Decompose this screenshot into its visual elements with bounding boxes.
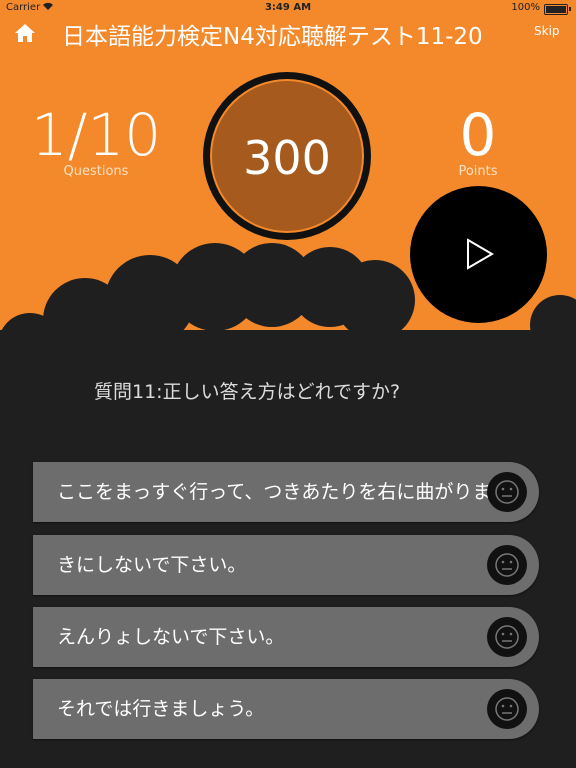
question-text: 質問11:正しい答え方はどれですか? [94, 381, 401, 403]
points-label: Points [458, 164, 498, 179]
battery-percent: 100% [511, 2, 540, 13]
neutral-face-icon [487, 617, 527, 657]
page-title: 日本語能力検定N4対応聴解テスト11-20 [62, 24, 483, 50]
answer-option-3[interactable]: えんりょしないで下さい。 [33, 607, 539, 667]
battery-tip [569, 7, 571, 11]
status-time: 3:49 AM [264, 2, 312, 13]
neutral-face-icon [487, 545, 527, 585]
neutral-face-icon [487, 689, 527, 729]
answer-option-4[interactable]: それでは行きましょう。 [33, 679, 539, 739]
answer-text: ここをまっすぐ行って、つきあたりを右に曲がります。 [57, 480, 528, 503]
questions-count: 1/10 [30, 101, 162, 169]
status-bar: Carrier 3:49 AM 100% [0, 0, 576, 16]
answer-text: えんりょしないで下さい。 [57, 625, 285, 648]
answer-option-2[interactable]: きにしないで下さい。 [33, 535, 539, 595]
answer-option-1[interactable]: ここをまっすぐ行って、つきあたりを右に曲がります。 [33, 462, 539, 522]
play-button[interactable] [410, 186, 547, 323]
points-count: 0 [459, 101, 497, 169]
timer-value: 300 [243, 131, 331, 185]
play-icon [467, 238, 494, 270]
home-icon[interactable] [14, 22, 36, 44]
answer-text: きにしないで下さい。 [57, 553, 247, 576]
answer-text: それでは行きましょう。 [57, 697, 265, 720]
skip-button[interactable]: Skip [534, 24, 560, 38]
neutral-face-icon [487, 472, 527, 512]
battery-icon [544, 4, 568, 15]
questions-label: Questions [63, 164, 129, 179]
